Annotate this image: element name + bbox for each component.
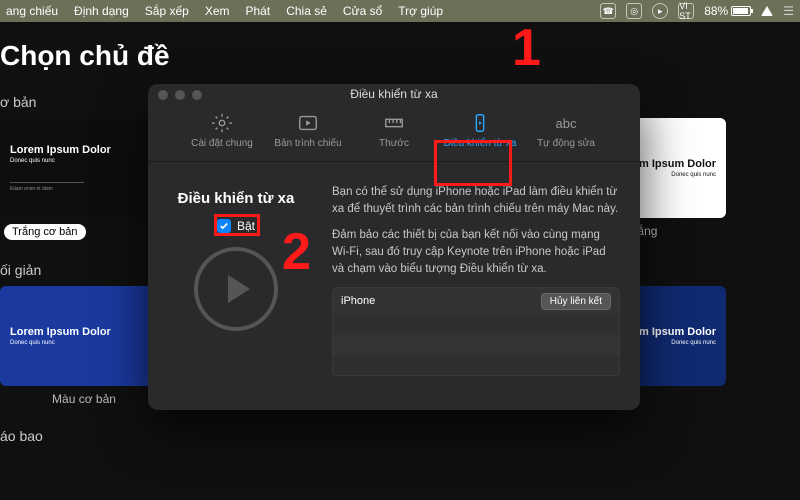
input-source-icon[interactable]: VI ST <box>678 3 694 19</box>
pref-tabs: Cài đặt chung Bản trình chiếu Thước Điều… <box>148 104 640 162</box>
checkbox-icon[interactable] <box>217 219 231 233</box>
theme-caption: Màu cơ bản <box>0 392 168 406</box>
preferences-window: Điều khiển từ xa Cài đặt chung Bản trình… <box>148 84 640 410</box>
spotlight-icon[interactable]: ☰ <box>783 4 794 18</box>
tab-slideshow[interactable]: Bản trình chiếu <box>269 110 347 151</box>
thumb-sub: Donec quis nunc <box>10 340 158 346</box>
menu-item[interactable]: Chia sẻ <box>286 4 327 18</box>
tab-remote[interactable]: Điều khiển từ xa <box>441 110 519 151</box>
battery-status[interactable]: 88% <box>704 4 751 18</box>
theme-card[interactable]: Lorem Ipsum Dolor Donec quis nunc Etiam … <box>0 118 168 240</box>
tab-label: Bản trình chiếu <box>274 138 341 149</box>
page-title: Chọn chủ đề <box>0 40 800 72</box>
menu-item[interactable]: ang chiếu <box>6 4 58 18</box>
thumb-sub: Donec quis nunc <box>10 158 158 164</box>
abc-icon: abc <box>555 112 577 134</box>
theme-thumb-black: Lorem Ipsum Dolor Donec quis nunc Etiam … <box>0 118 168 218</box>
device-name: iPhone <box>341 294 375 310</box>
thumb-heading: Lorem Ipsum Dolor <box>10 144 158 156</box>
thumb-heading: Lorem Ipsum Dolor <box>10 326 158 338</box>
tab-label: Thước <box>379 138 409 149</box>
play-status-icon[interactable]: ▸ <box>652 3 668 19</box>
ruler-icon <box>383 112 405 134</box>
tab-label: Điều khiển từ xa <box>444 138 517 149</box>
device-row[interactable]: iPhone Hủy liên kết <box>333 288 619 315</box>
battery-percent: 88% <box>704 4 728 18</box>
tab-label: Tự động sửa <box>537 138 595 149</box>
desc-text-2: Đảm bảo các thiết bị của bạn kết nối vào… <box>332 227 620 277</box>
theme-thumb-blue: Lorem Ipsum Dolor Donec quis nunc <box>0 286 168 386</box>
device-table: iPhone Hủy liên kết <box>332 287 620 376</box>
gear-icon <box>211 112 233 134</box>
desc-text-1: Bạn có thể sử dụng iPhone hoặc iPad làm … <box>332 184 620 217</box>
tab-autocorrect[interactable]: abc Tự động sửa <box>527 110 605 151</box>
menu-item[interactable]: Trợ giúp <box>398 4 443 18</box>
menu-item[interactable]: Định dạng <box>74 4 129 18</box>
tab-general[interactable]: Cài đặt chung <box>183 110 261 151</box>
left-heading: Điều khiển từ xa <box>162 190 310 207</box>
menu-item[interactable]: Sắp xếp <box>145 4 189 18</box>
device-row-empty <box>333 315 619 335</box>
menu-item[interactable]: Phát <box>246 4 271 18</box>
creative-cloud-icon[interactable]: ◎ <box>626 3 642 19</box>
menubar: ang chiếu Định dạng Sắp xếp Xem Phát Chi… <box>0 0 800 22</box>
tab-label: Cài đặt chung <box>191 138 253 149</box>
device-row-empty <box>333 355 619 375</box>
play-preview-icon <box>194 247 278 331</box>
enable-checkbox-row[interactable]: Bật <box>162 219 310 233</box>
line-status-icon[interactable]: ☎ <box>600 3 616 19</box>
device-row-empty <box>333 335 619 355</box>
tab-rulers[interactable]: Thước <box>355 110 433 151</box>
battery-icon <box>731 6 751 16</box>
window-title: Điều khiển từ xa <box>148 87 640 101</box>
titlebar[interactable]: Điều khiển từ xa <box>148 84 640 104</box>
section-label-bottom: áo bao <box>0 428 800 444</box>
menu-item[interactable]: Xem <box>205 4 230 18</box>
wifi-icon[interactable] <box>761 6 773 16</box>
theme-card[interactable]: Lorem Ipsum Dolor Donec quis nunc Màu cơ… <box>0 286 168 406</box>
checkbox-label: Bật <box>237 219 255 233</box>
menu-item[interactable]: Cửa sổ <box>343 4 382 18</box>
unlink-button[interactable]: Hủy liên kết <box>541 293 611 310</box>
thumb-foot: Etiam enim et diam <box>10 186 158 192</box>
theme-badge: Trắng cơ bản <box>4 224 86 240</box>
pref-left-pane: Điều khiển từ xa Bật <box>148 162 320 406</box>
phone-play-icon <box>469 112 491 134</box>
pref-right-pane: Bạn có thể sử dụng iPhone hoặc iPad làm … <box>320 162 640 406</box>
play-rect-icon <box>297 112 319 134</box>
